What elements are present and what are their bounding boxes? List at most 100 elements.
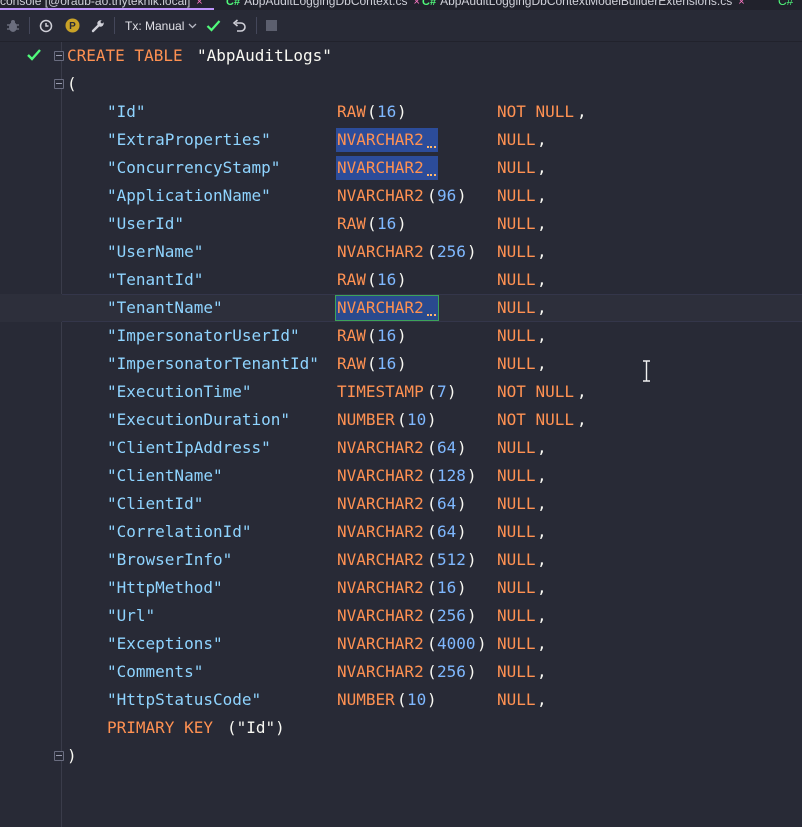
column-constraint: NULL: [497, 354, 536, 373]
column-size-paren: ): [477, 634, 487, 653]
close-tab-icon[interactable]: ×: [738, 0, 744, 8]
editor-tab[interactable]: C# AbpAuditLoggingDbContextModelBuilderEx…: [422, 0, 745, 10]
column-constraint: NULL: [497, 130, 536, 149]
column-constraint: NULL: [497, 550, 536, 569]
close-tab-icon[interactable]: ×: [414, 0, 420, 8]
column-name: "ImpersonatorTenantId": [107, 354, 319, 373]
column-type: NVARCHAR2: [337, 550, 424, 569]
column-name: "HttpMethod": [107, 578, 223, 597]
column-type: NVARCHAR2: [337, 634, 424, 653]
column-size-paren: (: [367, 326, 377, 345]
column-type: RAW: [337, 214, 366, 233]
editor-tab-label: AbpAuditLoggingDbContext.cs: [244, 0, 408, 8]
fold-toggle-icon[interactable]: [54, 79, 64, 89]
column-constraint: NULL: [497, 214, 536, 233]
sql-column-line: "CorrelationId" NVARCHAR2(64) NULL,: [0, 518, 802, 546]
column-name: "ClientName": [107, 466, 223, 485]
column-constraint: NOT NULL: [497, 102, 575, 121]
column-name: "ExtraProperties": [107, 130, 271, 149]
column-size-paren: (: [427, 494, 437, 513]
fold-toggle-icon[interactable]: [54, 751, 64, 761]
column-name: "ApplicationName": [107, 186, 271, 205]
column-size: 16: [377, 102, 397, 121]
column-size-paren: ): [397, 270, 407, 289]
missing-size-warning-squiggle: [427, 143, 436, 148]
column-comma: ,: [577, 382, 587, 401]
column-comma: ,: [537, 270, 547, 289]
column-name: "BrowserInfo": [107, 550, 233, 569]
column-size-paren: ): [467, 242, 477, 261]
column-size-paren: ): [397, 102, 407, 121]
p-badge-icon[interactable]: P: [63, 10, 81, 41]
transaction-mode-label: Tx: Manual: [125, 18, 185, 33]
column-size-paren: (: [427, 186, 437, 205]
column-type: NVARCHAR2: [337, 130, 424, 149]
column-constraint: NULL: [497, 158, 536, 177]
column-type: NVARCHAR2: [337, 606, 424, 625]
column-size-paren: ): [397, 214, 407, 233]
column-size-paren: (: [427, 550, 437, 569]
sql-column-line: "ConcurrencyStamp" NVARCHAR2 NULL,: [0, 154, 802, 182]
column-size-paren: (: [367, 354, 377, 373]
column-comma: ,: [537, 578, 547, 597]
column-name: "ClientIpAddress": [107, 438, 271, 457]
wrench-icon[interactable]: [89, 10, 107, 41]
column-size-paren: (: [367, 214, 377, 233]
column-comma: ,: [537, 494, 547, 513]
column-size-paren: ): [397, 326, 407, 345]
column-type: RAW: [337, 102, 366, 121]
close-tab-icon[interactable]: ×: [196, 0, 202, 8]
column-type: TIMESTAMP: [337, 382, 424, 401]
sql-column-line: "BrowserInfo" NVARCHAR2(512) NULL,: [0, 546, 802, 574]
sql-column-line: "ApplicationName" NVARCHAR2(96) NULL,: [0, 182, 802, 210]
rollback-icon[interactable]: [229, 10, 249, 41]
sql-editor[interactable]: CREATE TABLE "AbpAuditLogs"("Id" RAW(16) NO…: [0, 42, 802, 827]
column-size-paren: ): [467, 662, 477, 681]
column-name: "Comments": [107, 662, 204, 681]
editor-tab-label: console [@oraub-ao.thytekhik.local]: [0, 0, 191, 8]
sql-column-line: "Url" NVARCHAR2(256) NULL,: [0, 602, 802, 630]
column-name: "Exceptions": [107, 634, 223, 653]
column-size: 64: [437, 494, 457, 513]
column-type: RAW: [337, 354, 366, 373]
column-type: NVARCHAR2: [337, 466, 424, 485]
editor-tab[interactable]: C# AbpAuditLoggingDbContext.cs ×: [226, 0, 420, 10]
sql-line-close-paren: ): [0, 742, 802, 770]
column-size-paren: (: [367, 102, 377, 121]
sql-column-line: "UserName" NVARCHAR2(256) NULL,: [0, 238, 802, 266]
column-size: 10: [407, 690, 427, 709]
column-comma: ,: [537, 186, 547, 205]
column-size-paren: ): [457, 494, 467, 513]
column-comma: ,: [537, 466, 547, 485]
column-size: 256: [437, 662, 466, 681]
column-size-paren: (: [427, 662, 437, 681]
column-type: NVARCHAR2: [337, 578, 424, 597]
column-size: 16: [437, 578, 457, 597]
column-size-paren: ): [447, 382, 457, 401]
column-size-paren: (: [367, 270, 377, 289]
column-size: 64: [437, 438, 457, 457]
sql-column-line: "HttpMethod" NVARCHAR2(16) NULL,: [0, 574, 802, 602]
history-icon[interactable]: [37, 10, 55, 41]
column-size-paren: ): [427, 410, 437, 429]
sql-column-line: "Exceptions" NVARCHAR2(4000) NULL,: [0, 630, 802, 658]
commit-check-icon[interactable]: [203, 10, 223, 41]
column-constraint: NULL: [497, 242, 536, 261]
bug-icon[interactable]: [4, 10, 22, 41]
stop-icon[interactable]: [262, 10, 280, 41]
toolbar-separator: [29, 17, 30, 34]
column-size: 128: [437, 466, 466, 485]
transaction-mode-dropdown[interactable]: Tx: Manual: [120, 10, 200, 41]
column-size-paren: (: [427, 578, 437, 597]
primary-key-columns: ("Id"): [227, 718, 285, 737]
column-size: 96: [437, 186, 457, 205]
sql-column-line: "TenantId" RAW(16) NULL,: [0, 266, 802, 294]
sql-column-line: "Comments" NVARCHAR2(256) NULL,: [0, 658, 802, 686]
fold-toggle-icon[interactable]: [54, 51, 64, 61]
column-constraint: NULL: [497, 690, 536, 709]
column-comma: ,: [537, 130, 547, 149]
column-type: NVARCHAR2: [337, 522, 424, 541]
editor-tab[interactable]: C#: [778, 0, 793, 10]
column-name: "UserName": [107, 242, 204, 261]
column-comma: ,: [537, 242, 547, 261]
